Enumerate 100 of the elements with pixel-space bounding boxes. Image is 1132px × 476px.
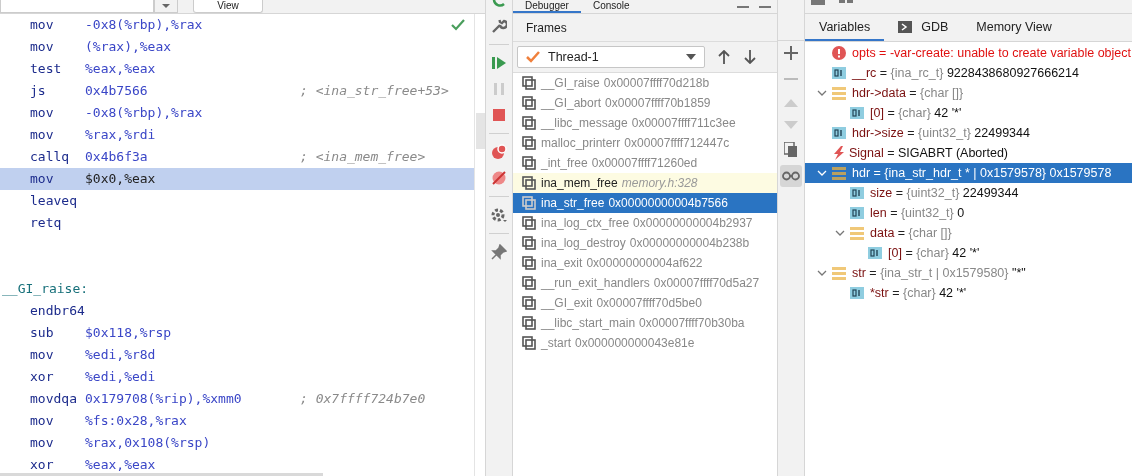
mnemonic: movdqa (30, 392, 77, 406)
frame-item[interactable]: __GI_raise 0x00007ffff70d218b (513, 73, 777, 93)
frame-item[interactable]: __libc_message 0x00007ffff711c3ee (513, 113, 777, 133)
mute-breakpoints-icon[interactable] (491, 170, 507, 186)
caret-icon (161, 3, 171, 9)
variable-row[interactable]: hdr->data = {char []} (805, 83, 1132, 103)
variable-row[interactable]: __rc = {ina_rc_t} 9228438680927666214 (805, 63, 1132, 83)
mnemonic: leaveq (30, 194, 77, 208)
variable-row[interactable]: len = {uint32_t} 0 (805, 203, 1132, 223)
variable-row[interactable]: [0] = {char} 42 '*' (805, 243, 1132, 263)
function-name: __GI_raise (541, 76, 600, 90)
operand: (%rax),%eax (85, 40, 172, 54)
frame-item[interactable]: ina_exit 0x00000000004af622 (513, 253, 777, 273)
function-name: __GI_abort (541, 96, 602, 110)
mnemonic: mov (30, 128, 54, 142)
frame-location: 0x00007ffff711c3ee (631, 116, 736, 130)
view-button[interactable]: View (193, 0, 263, 13)
variable-row[interactable]: str = {ina_str_t | 0x1579580} "*" (805, 263, 1132, 283)
arrow-up-icon[interactable] (717, 50, 731, 64)
frame-item[interactable]: ina_log_ctx_free 0x00000000004b2937 (513, 213, 777, 233)
array-icon (832, 266, 846, 280)
frame-item[interactable]: ina_mem_free memory.h:328 (513, 173, 777, 193)
tab[interactable]: Variables (805, 14, 885, 41)
variable-row[interactable]: *str = {char} 42 '*' (805, 283, 1132, 303)
scrollbar-thumb[interactable] (476, 113, 485, 149)
frame-icon (522, 176, 536, 190)
value-icon (868, 247, 882, 259)
variable-row[interactable]: [0] = {char} 42 '*' (805, 103, 1132, 123)
breakpoints-icon[interactable] (491, 144, 507, 160)
panel-title: Frames (526, 20, 567, 35)
restart-icon[interactable] (491, 0, 507, 8)
settings-icon[interactable] (490, 207, 508, 223)
operand: 0x4b7566 (85, 84, 148, 98)
function-name: ina_exit (541, 256, 583, 270)
check-icon (451, 19, 465, 31)
frame-location: 0x00007ffff70d218b (603, 76, 710, 90)
tab[interactable]: Memory View (962, 14, 1066, 41)
scrollbar-thumb[interactable] (0, 473, 323, 476)
frame-item[interactable]: _start 0x000000000043e81e (513, 333, 777, 353)
frame-item[interactable]: __libc_start_main 0x00007ffff70b30ba (513, 313, 777, 333)
frame-icon (522, 236, 536, 250)
dropdown-field[interactable] (0, 0, 154, 13)
variable-row[interactable]: data = {char []} (805, 223, 1132, 243)
frame-location: memory.h:328 (621, 176, 698, 190)
frame-icon (522, 156, 536, 170)
watches-toggle[interactable] (780, 165, 802, 187)
comment: ; <ina_mem_free> (300, 150, 426, 164)
arrow-down-icon[interactable] (743, 50, 757, 64)
thread-dropdown[interactable]: Thread-1 (517, 46, 705, 68)
tab[interactable]: Console (580, 0, 642, 13)
lightning-icon (832, 146, 846, 160)
variable-text: str = {ina_str_t | 0x1579580} "*" (852, 266, 1026, 280)
mnemonic: mov (30, 436, 54, 450)
frame-location: 0x00007ffff712447c (624, 136, 730, 150)
copy-icon[interactable] (784, 142, 798, 158)
mnemonic: test (30, 62, 62, 76)
variable-row[interactable]: Signal = SIGABRT (Aborted) (805, 143, 1132, 163)
array-icon (850, 226, 864, 240)
frame-location: 0x00007ffff70b30ba (639, 316, 745, 330)
operand: -0x8(%rbp),%rax (85, 18, 203, 32)
wrench-icon[interactable] (491, 18, 507, 34)
frame-icon (522, 296, 536, 310)
thread-name: Thread-1 (548, 50, 599, 64)
mnemonic: retq (30, 216, 62, 230)
frame-item[interactable]: __GI_exit 0x00007ffff70d5be0 (513, 293, 777, 313)
operand: $0x118,%rsp (85, 326, 172, 340)
frame-item[interactable]: malloc_printerr 0x00007ffff712447c (513, 133, 777, 153)
variable-row[interactable]: opts = -var-create: unable to create variable object (805, 43, 1132, 63)
add-icon[interactable] (784, 46, 798, 60)
toolbar-icon[interactable] (839, 0, 853, 6)
function-name: __GI_exit (541, 296, 593, 310)
frame-item[interactable]: _int_free 0x00007ffff71260ed (513, 153, 777, 173)
frame-item[interactable]: ina_str_free 0x00000000004b7566 (513, 193, 777, 213)
mnemonic: mov (30, 18, 54, 32)
variable-row[interactable]: hdr = {ina_str_hdr_t * | 0x1579578} 0x1579578 (805, 163, 1132, 183)
function-name: ina_log_destroy (541, 236, 626, 250)
frame-item[interactable]: ina_log_destroy 0x00000000004b238b (513, 233, 777, 253)
mnemonic: mov (30, 40, 54, 54)
frame-location: 0x000000000043e81e (575, 336, 695, 350)
variable-text: data = {char []} (870, 226, 952, 240)
mnemonic: endbr64 (30, 304, 85, 318)
variable-row[interactable]: size = {uint32_t} 22499344 (805, 183, 1132, 203)
resume-icon[interactable] (491, 55, 507, 71)
variable-text: __rc = {ina_rc_t} 9228438680927666214 (852, 66, 1079, 80)
value-icon (850, 107, 864, 119)
pin-icon[interactable] (491, 244, 507, 260)
tab[interactable]: GDB (884, 14, 963, 41)
array-icon (832, 86, 846, 100)
variable-text: [0] = {char} 42 '*' (870, 106, 962, 120)
error-icon (832, 46, 846, 60)
stop-icon[interactable] (491, 107, 507, 123)
frame-item[interactable]: __run_exit_handlers 0x00007ffff70d5a27 (513, 273, 777, 293)
frame-item[interactable]: __GI_abort 0x00007ffff70b1859 (513, 93, 777, 113)
mnemonic: mov (30, 172, 54, 186)
variable-row[interactable]: hdr->size = {uint32_t} 22499344 (805, 123, 1132, 143)
variable-text: [0] = {char} 42 '*' (888, 246, 980, 260)
dropdown-button[interactable] (154, 0, 178, 13)
frame-location: 0x00007ffff70d5be0 (596, 296, 702, 310)
toolbar-icon[interactable] (811, 0, 825, 6)
comment: ; 0x7ffff724b7e0 (300, 392, 426, 406)
